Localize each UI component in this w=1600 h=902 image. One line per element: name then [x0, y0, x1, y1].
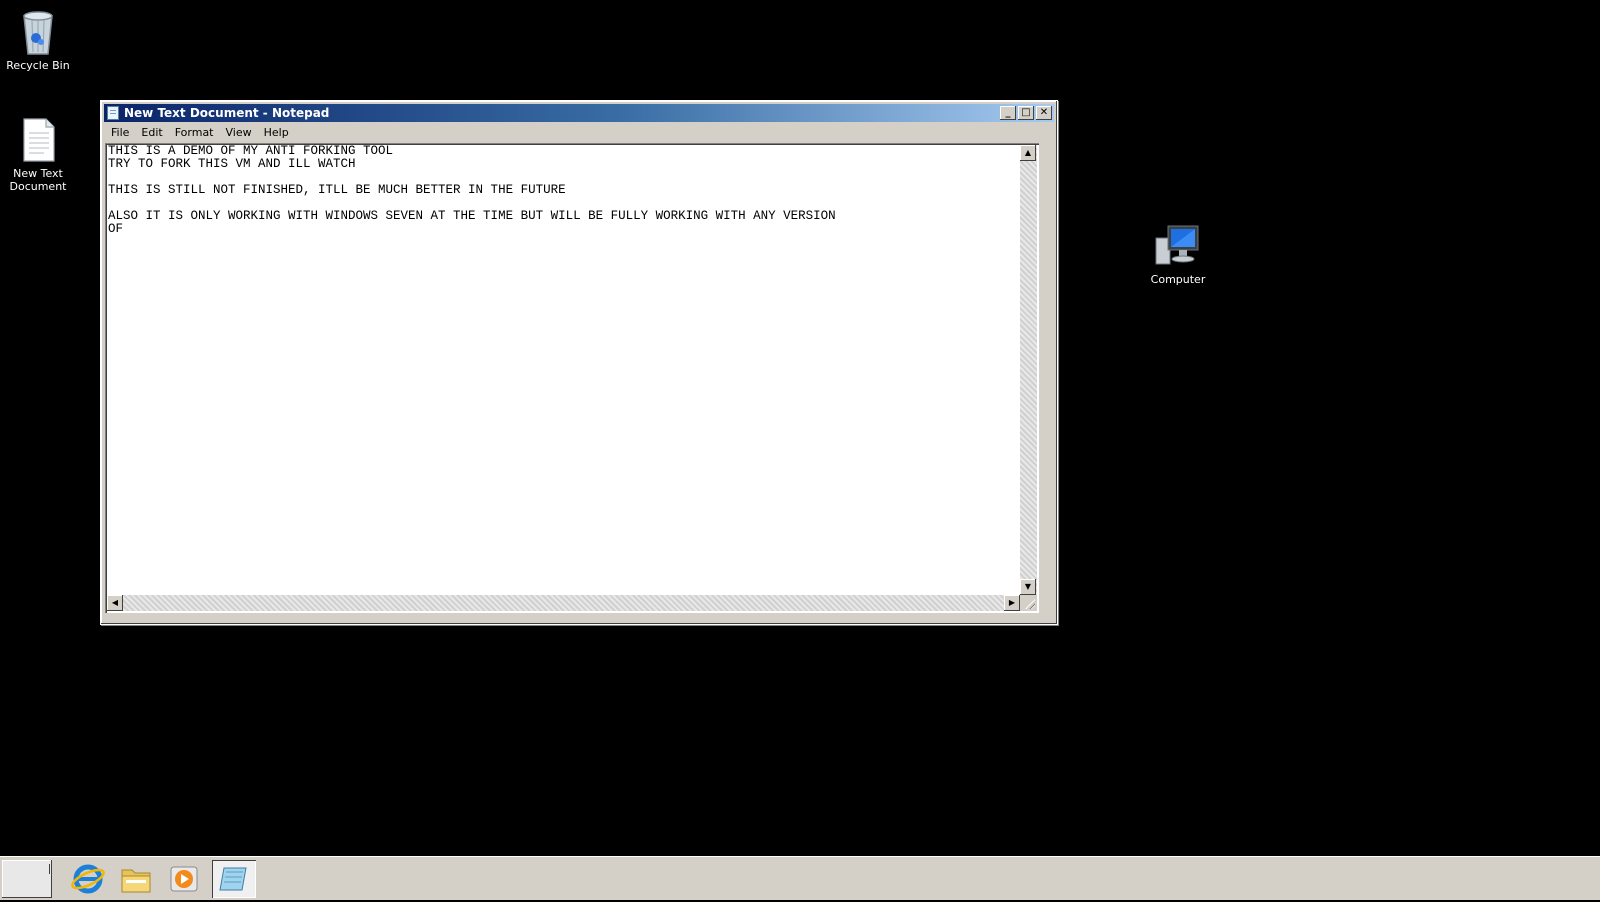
- computer-icon: [1154, 222, 1202, 270]
- media-player-icon: [170, 866, 198, 892]
- desktop-icon-label: Recycle Bin: [6, 59, 70, 72]
- minimize-button[interactable]: _: [1000, 106, 1016, 120]
- close-button[interactable]: ✕: [1036, 106, 1052, 120]
- text-document-icon: [14, 116, 62, 164]
- window-title: New Text Document - Notepad: [124, 106, 330, 120]
- notepad-icon: [107, 106, 119, 120]
- menu-format[interactable]: Format: [170, 124, 219, 142]
- notepad-icon: [219, 867, 247, 891]
- recycle-bin-icon: [14, 8, 62, 56]
- desktop-icon-new-text-document[interactable]: New Text Document: [0, 116, 76, 193]
- scroll-down-button[interactable]: ▼: [1020, 579, 1036, 595]
- desktop-icon-recycle-bin[interactable]: Recycle Bin: [0, 8, 76, 72]
- text-editor: THIS IS A DEMO OF MY ANTI FORKING TOOL T…: [105, 143, 1039, 613]
- taskbar: [0, 856, 1600, 900]
- desktop: Recycle Bin New Text Document Computer N…: [0, 0, 1600, 856]
- window-titlebar[interactable]: New Text Document - Notepad _ □ ✕: [104, 104, 1054, 122]
- menu-edit[interactable]: Edit: [136, 124, 167, 142]
- maximize-button[interactable]: □: [1018, 106, 1034, 120]
- desktop-icon-label: New Text Document: [9, 167, 67, 193]
- vertical-scrollbar[interactable]: ▲ ▼: [1020, 145, 1037, 595]
- taskbar-internet-explorer[interactable]: [66, 860, 110, 898]
- scroll-up-button[interactable]: ▲: [1020, 145, 1036, 161]
- menu-view[interactable]: View: [221, 124, 257, 142]
- file-explorer-icon: [121, 869, 151, 893]
- desktop-icon-computer[interactable]: Computer: [1140, 222, 1216, 286]
- menu-bar: File Edit Format View Help: [104, 124, 1054, 142]
- start-button[interactable]: [2, 860, 52, 898]
- scroll-right-button[interactable]: ▶: [1004, 595, 1020, 611]
- menu-help[interactable]: Help: [259, 124, 294, 142]
- scroll-left-button[interactable]: ◀: [107, 595, 123, 611]
- taskbar-notepad[interactable]: [212, 860, 256, 898]
- horizontal-scrollbar[interactable]: ◀ ▶: [107, 595, 1020, 611]
- notepad-window: New Text Document - Notepad _ □ ✕ File Ed…: [100, 100, 1058, 625]
- internet-explorer-icon: [71, 864, 105, 894]
- taskbar-file-explorer[interactable]: [114, 860, 158, 898]
- taskbar-media-player[interactable]: [162, 860, 206, 898]
- menu-file[interactable]: File: [106, 124, 134, 142]
- resize-grip[interactable]: [1020, 595, 1037, 611]
- desktop-icon-label: Computer: [1150, 273, 1206, 286]
- document-text[interactable]: THIS IS A DEMO OF MY ANTI FORKING TOOL T…: [108, 145, 1019, 595]
